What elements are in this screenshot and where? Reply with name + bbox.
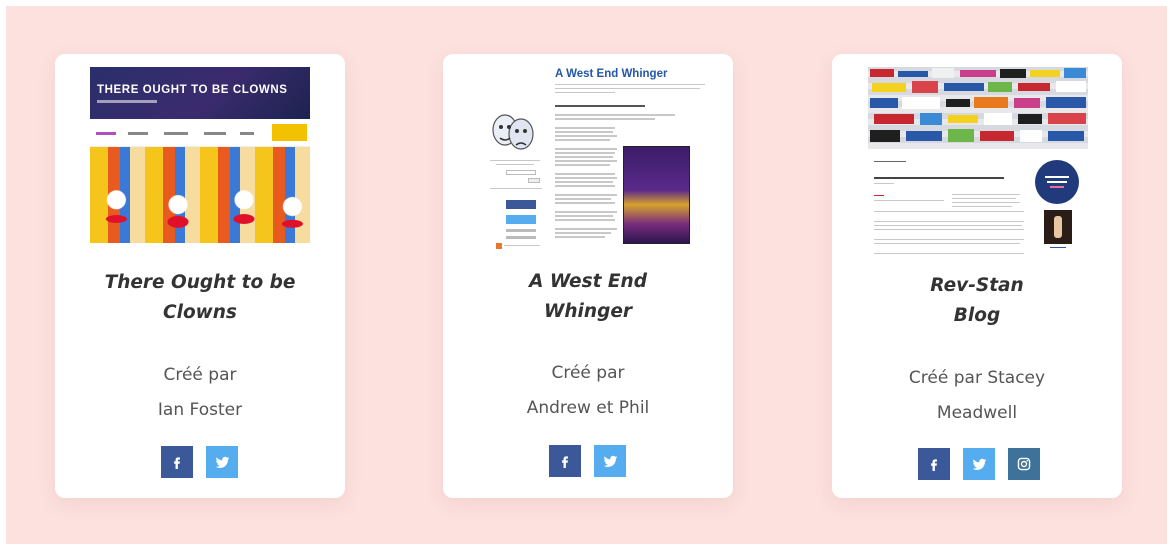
instagram-icon	[1017, 457, 1031, 471]
facebook-button[interactable]	[918, 448, 950, 480]
blog-title[interactable]: Rev-Stan Blog	[832, 271, 1122, 331]
blog-author: Créé par Stacey Meadwell	[908, 368, 1046, 423]
thumbnail-header-text: A West End Whinger	[555, 68, 668, 80]
blog-title[interactable]: A West End Whinger	[443, 267, 733, 327]
pantoland-poster-image	[623, 146, 690, 244]
blog-card-there-ought-to-be-clowns: THERE OUGHT TO BE CLOWNS There Ought to …	[55, 54, 345, 498]
twitter-button[interactable]	[594, 445, 626, 477]
doll-image	[1044, 210, 1072, 244]
social-links	[549, 445, 626, 477]
thumbnail-banner: THERE OUGHT TO BE CLOWNS	[90, 67, 310, 119]
blog-author: Créé par Ian Foster	[157, 365, 243, 420]
blog-author: Créé par Andrew et Phil	[526, 363, 650, 418]
twitter-button[interactable]	[963, 448, 995, 480]
twitter-icon	[972, 458, 986, 470]
facebook-icon	[931, 459, 937, 471]
social-links	[161, 446, 238, 478]
theatre-masks-image	[492, 114, 534, 150]
twitter-icon	[603, 455, 617, 467]
blog-thumbnail[interactable]: THERE OUGHT TO BE CLOWNS	[90, 67, 310, 243]
social-links	[918, 448, 1040, 480]
clown-artwork-image	[90, 147, 310, 243]
thumbnail-banner-text: THERE OUGHT TO BE CLOWNS	[97, 84, 288, 96]
twitter-icon	[215, 456, 229, 468]
ticket-collage-image	[868, 67, 1088, 149]
facebook-button[interactable]	[161, 446, 193, 478]
instagram-button[interactable]	[1008, 448, 1040, 480]
thumbnail-nav	[90, 119, 310, 147]
twitter-button[interactable]	[206, 446, 238, 478]
facebook-icon	[562, 456, 568, 468]
blog-title[interactable]: There Ought to be Clowns	[55, 268, 345, 328]
blog-thumbnail[interactable]: A West End Whinger	[482, 64, 708, 250]
blog-card-a-west-end-whinger: A West End Whinger A West End Whinger Cr…	[443, 54, 733, 498]
blog-thumbnail[interactable]	[868, 67, 1088, 257]
facebook-button[interactable]	[549, 445, 581, 477]
blog-showcase-section: THERE OUGHT TO BE CLOWNS There Ought to …	[6, 6, 1167, 544]
facebook-icon	[174, 457, 180, 469]
blog-card-rev-stan-blog: Rev-Stan Blog Créé par Stacey Meadwell	[832, 54, 1122, 498]
